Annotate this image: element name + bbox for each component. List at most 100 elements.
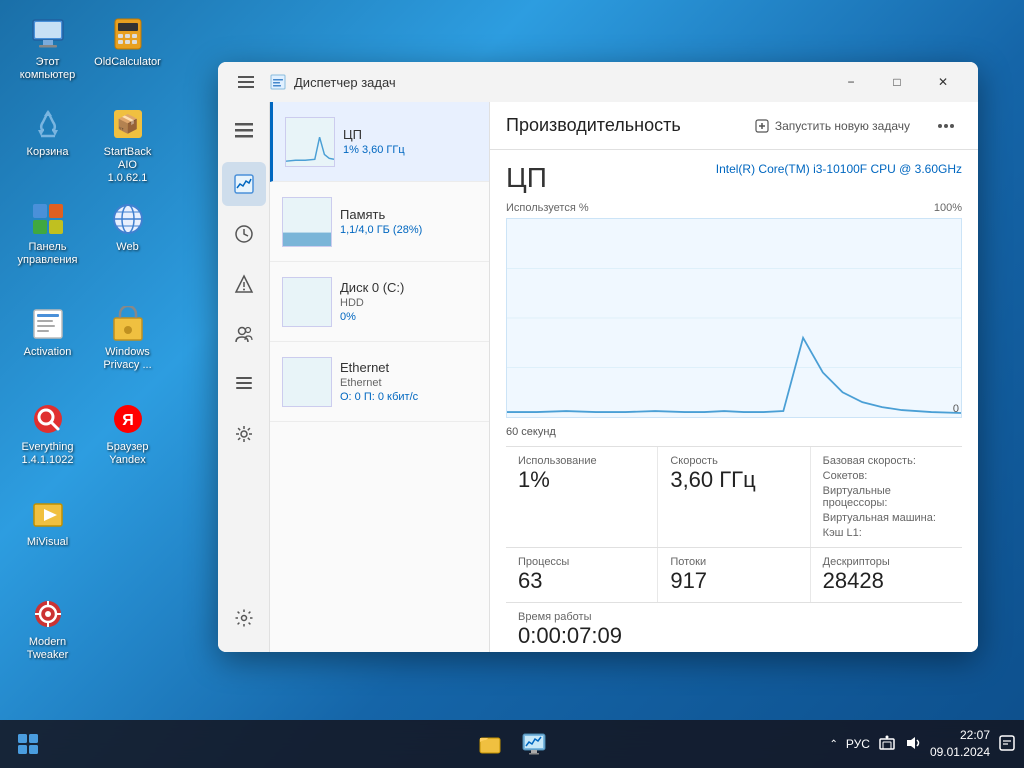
close-button[interactable]: ✕ — [920, 66, 966, 98]
cpu-name: ЦП — [343, 127, 477, 142]
monitor-icon — [522, 732, 546, 756]
header-actions: Запустить новую задачу — [747, 110, 962, 142]
taskbar-clock[interactable]: 22:07 09.01.2024 — [930, 727, 990, 761]
minimize-button[interactable]: − — [828, 66, 874, 98]
hamburger-button[interactable] — [230, 66, 262, 98]
processes-label: Процессы — [518, 556, 645, 568]
resource-item-cpu[interactable]: ЦП 1% 3,60 ГГц — [270, 102, 489, 182]
recycle-label: Корзина — [27, 146, 69, 159]
privacy-icon — [108, 304, 148, 344]
recycle-icon — [28, 104, 68, 144]
time-label: 60 секунд — [506, 426, 962, 438]
activation-icon — [28, 304, 68, 344]
run-task-icon — [755, 119, 769, 133]
speed-stat-value: 3,60 ГГц — [670, 467, 797, 493]
cpu-title: ЦП — [506, 162, 547, 194]
stats-section: Использование 1% Скорость 3,60 ГГц Базов… — [506, 446, 962, 547]
oldcalculator-label: OldCalculator — [94, 56, 161, 69]
notifications-icon — [998, 734, 1016, 752]
usage-stat-label: Использование — [518, 455, 645, 467]
cpu-mini-graph — [285, 117, 335, 167]
stat-processes: Процессы 63 — [506, 548, 657, 602]
everything-label: Everything1.4.1.1022 — [22, 441, 74, 467]
taskmanager-titleicon — [270, 74, 286, 90]
taskbar-app-explorer[interactable] — [470, 724, 510, 764]
notification-chevron[interactable]: ⌃ — [830, 739, 838, 750]
stat-right-info: Базовая скорость: Сокетов: Виртуальные п… — [810, 447, 962, 547]
resource-item-memory[interactable]: Память 1,1/4,0 ГБ (28%) — [270, 182, 489, 262]
desktop-icon-moderntweaker[interactable]: ModernTweaker — [10, 590, 85, 666]
sidebar-item-services[interactable] — [222, 412, 266, 456]
ethernet-subtitle2: Ethernet — [340, 377, 477, 389]
run-task-button[interactable]: Запустить новую задачу — [747, 115, 918, 137]
more-options-button[interactable] — [930, 110, 962, 142]
uptime-label: Время работы — [518, 611, 950, 623]
network-status-icon — [878, 734, 896, 752]
sidebar-item-details[interactable] — [222, 362, 266, 406]
disk-subtitle: 0% — [340, 311, 477, 323]
desktop-icon-mivisual[interactable]: MiVisual — [10, 490, 85, 553]
maximize-button[interactable]: □ — [874, 66, 920, 98]
main-header: Производительность Запустить новую задач… — [490, 102, 978, 150]
cpu-info: ЦП 1% 3,60 ГГц — [343, 127, 477, 156]
sidebar-item-history[interactable] — [222, 212, 266, 256]
resource-item-disk[interactable]: Диск 0 (C:) HDD 0% — [270, 262, 489, 342]
desktop-icon-computer[interactable]: Этоткомпьютер — [10, 10, 85, 86]
desktop-icon-activation[interactable]: Activation — [10, 300, 85, 363]
desktop-icon-startback[interactable]: 📦 StartBack AIO1.0.62.1 — [90, 100, 165, 190]
memory-info: Память 1,1/4,0 ГБ (28%) — [340, 207, 477, 236]
memory-subtitle: 1,1/4,0 ГБ (28%) — [340, 224, 477, 236]
disk-subtitle2: HDD — [340, 297, 477, 309]
volume-icon[interactable] — [904, 734, 922, 755]
resource-item-ethernet[interactable]: Ethernet Ethernet О: 0 П: 0 кбит/с — [270, 342, 489, 422]
right-info-label3: Виртуальные процессоры: — [823, 485, 950, 509]
cpu-subtitle: 1% 3,60 ГГц — [343, 144, 477, 156]
uptime-value: 0:00:07:09 — [518, 623, 950, 649]
computer-label: Этоткомпьютер — [20, 56, 75, 82]
sidebar-item-settings[interactable] — [222, 596, 266, 640]
sidebar-item-users[interactable] — [222, 312, 266, 356]
memory-name: Память — [340, 207, 477, 222]
right-info-label1: Базовая скорость: — [823, 455, 950, 467]
page-title: Производительность — [506, 115, 681, 136]
usage-stat-value: 1% — [518, 467, 645, 493]
task-manager-window: Диспетчер задач − □ ✕ — [218, 62, 978, 652]
graph-labels: Используется % 100% — [506, 202, 962, 214]
threads-value: 917 — [670, 568, 797, 594]
threads-label: Потоки — [670, 556, 797, 568]
privacy-label: WindowsPrivacy ... — [103, 346, 151, 372]
sidebar-item-startup[interactable] — [222, 262, 266, 306]
desktop-icon-everything[interactable]: Everything1.4.1.1022 — [10, 395, 85, 471]
everything-icon — [28, 399, 68, 439]
yandex-icon: Я — [108, 399, 148, 439]
desktop-icon-control[interactable]: Панельуправления — [10, 195, 85, 271]
zero-label: 0 — [953, 403, 959, 415]
desktop-icon-yandex[interactable]: Я БраузерYandex — [90, 395, 165, 471]
max-label: 100% — [934, 202, 962, 214]
control-label: Панельуправления — [18, 241, 78, 267]
network-icon[interactable] — [878, 734, 896, 755]
desktop-icon-privacy[interactable]: WindowsPrivacy ... — [90, 300, 165, 376]
sidebar-item-performance[interactable] — [222, 162, 266, 206]
start-button[interactable] — [8, 724, 48, 764]
desktop-icon-web[interactable]: Web — [90, 195, 165, 258]
startback-icon: 📦 — [108, 104, 148, 144]
taskbar-app-monitor[interactable] — [514, 724, 554, 764]
web-icon — [108, 199, 148, 239]
sidebar-item-menu[interactable] — [222, 108, 266, 152]
cpu-detail-panel: ЦП Intel(R) Core(TM) i3-10100F CPU @ 3.6… — [490, 150, 978, 652]
sidebar — [218, 102, 270, 652]
mivisual-label: MiVisual — [27, 536, 68, 549]
desktop-icon-recycle[interactable]: Корзина — [10, 100, 85, 163]
disk-info: Диск 0 (C:) HDD 0% — [340, 280, 477, 323]
processes-value: 63 — [518, 568, 645, 594]
explorer-icon — [478, 732, 502, 756]
run-task-label: Запустить новую задачу — [775, 119, 910, 133]
resource-list: ЦП 1% 3,60 ГГц Память 1,1/4,0 ГБ (28%) — [270, 102, 490, 652]
desktop-icon-oldcalculator[interactable]: OldCalculator — [90, 10, 165, 73]
taskbar-right: ⌃ РУС 22:07 09.01.2024 — [830, 727, 1016, 761]
notifications-button[interactable] — [998, 734, 1016, 755]
windows-logo-icon — [17, 733, 39, 755]
disk-name: Диск 0 (C:) — [340, 280, 477, 295]
ethernet-mini-graph — [282, 357, 332, 407]
